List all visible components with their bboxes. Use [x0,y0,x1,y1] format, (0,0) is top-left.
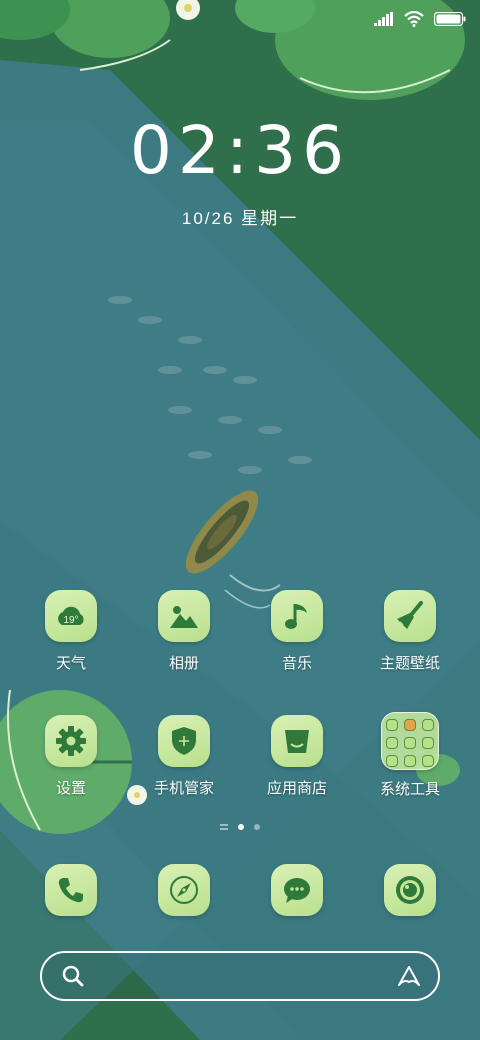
clock-time[interactable]: 02:36 [0,112,480,189]
dock-browser[interactable] [129,864,239,916]
app-label: 系统工具 [379,781,440,798]
music-icon [271,590,323,642]
mini-app-icon [386,755,398,767]
compass-icon [158,864,210,916]
app-music[interactable]: 音乐 [242,590,352,673]
app-theme[interactable]: 主题壁纸 [355,590,465,673]
message-icon [271,864,323,916]
app-phone-manager[interactable]: 手机管家 [129,715,239,798]
app-store[interactable]: 应用商店 [242,715,352,798]
mini-app-icon [422,719,434,731]
page-dot-current [238,824,244,830]
assistant-icon[interactable] [396,964,422,993]
mini-app-icon [386,719,398,731]
mini-app-icon [404,719,416,731]
search-icon[interactable] [62,965,84,992]
battery-icon [433,11,466,31]
store-bag-icon [271,715,323,767]
page-indicator[interactable] [0,824,480,830]
gallery-icon [158,590,210,642]
status-bar [374,10,466,32]
mini-app-icon [422,755,434,767]
app-settings[interactable]: 设置 [16,715,126,798]
mini-app-icon [386,737,398,749]
mini-app-icon [404,755,416,767]
page-indicator-menu [220,824,228,830]
app-label: 手机管家 [153,780,214,797]
wifi-icon [404,10,424,32]
weather-icon: 19° [45,590,97,642]
app-label: 主题壁纸 [379,655,440,672]
mini-app-icon [404,737,416,749]
phone-icon [45,864,97,916]
app-label: 相册 [168,655,199,672]
dock-camera[interactable] [355,864,465,916]
app-label: 音乐 [281,655,312,672]
app-label: 天气 [55,655,86,672]
app-label: 设置 [55,780,86,797]
search-bar[interactable] [40,951,440,1001]
app-weather[interactable]: 19° 天气 [16,590,126,673]
svg-text:19°: 19° [63,615,78,626]
theme-brush-icon [384,590,436,642]
folder-icon [381,712,439,770]
clock-date[interactable]: 10/26 星期一 [0,204,480,229]
camera-icon [384,864,436,916]
signal-icon [374,11,394,31]
gear-icon [45,715,97,767]
app-label: 应用商店 [266,780,327,797]
page-dot [254,824,260,830]
dock-phone[interactable] [16,864,126,916]
shield-icon [158,715,210,767]
dock-messages[interactable] [242,864,352,916]
app-gallery[interactable]: 相册 [129,590,239,673]
app-system-tools-folder[interactable]: 系统工具 [355,712,465,799]
mini-app-icon [422,737,434,749]
